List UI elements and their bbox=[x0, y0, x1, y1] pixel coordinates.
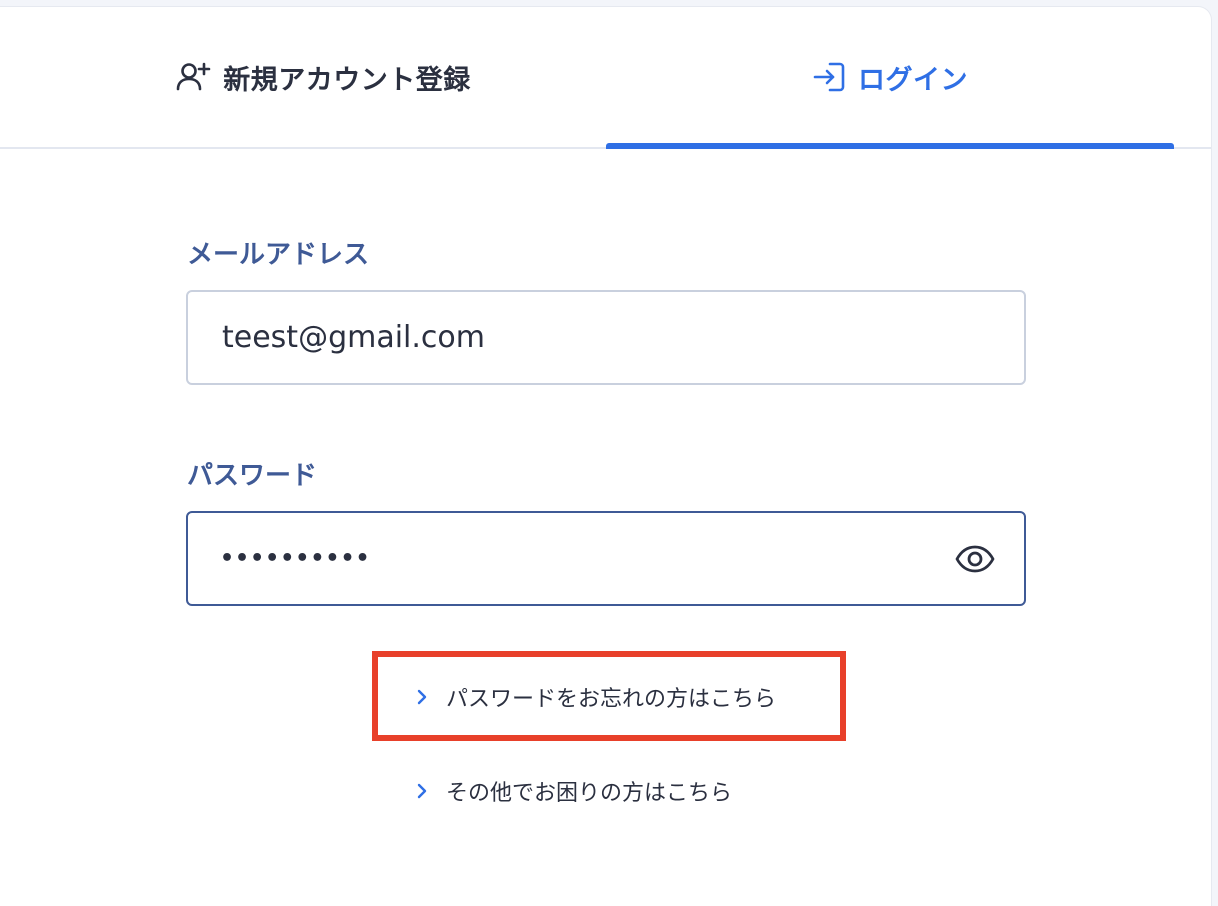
chevron-right-icon bbox=[416, 782, 428, 800]
forgot-password-label: パスワードをお忘れの方はこちら bbox=[446, 687, 777, 712]
email-label: メールアドレス bbox=[187, 240, 370, 270]
login-arrow-icon bbox=[812, 61, 846, 93]
auth-card: 新規アカウント登録 ログイン メールアドレス teest@gmail.com パ… bbox=[0, 6, 1212, 906]
chevron-right-icon bbox=[416, 688, 428, 706]
email-value: teest@gmail.com bbox=[222, 320, 485, 355]
tab-register-label: 新規アカウント登録 bbox=[223, 64, 471, 96]
password-value: •••••••••• bbox=[220, 546, 371, 571]
other-help-label: その他でお困りの方はこちら bbox=[446, 781, 733, 806]
forgot-password-link[interactable]: パスワードをお忘れの方はこちら bbox=[416, 681, 776, 713]
email-field[interactable]: teest@gmail.com bbox=[186, 290, 1026, 385]
user-plus-icon bbox=[175, 61, 211, 93]
eye-icon[interactable] bbox=[954, 541, 996, 577]
password-label: パスワード bbox=[187, 461, 318, 491]
tab-register[interactable]: 新規アカウント登録 bbox=[20, 7, 626, 147]
other-help-link[interactable]: その他でお困りの方はこちら bbox=[416, 775, 732, 807]
password-field[interactable]: •••••••••• bbox=[186, 511, 1026, 606]
auth-tabs: 新規アカウント登録 ログイン bbox=[0, 7, 1211, 149]
tab-login[interactable]: ログイン bbox=[606, 7, 1174, 149]
tab-login-label: ログイン bbox=[858, 64, 968, 96]
active-tab-indicator bbox=[606, 143, 1174, 149]
